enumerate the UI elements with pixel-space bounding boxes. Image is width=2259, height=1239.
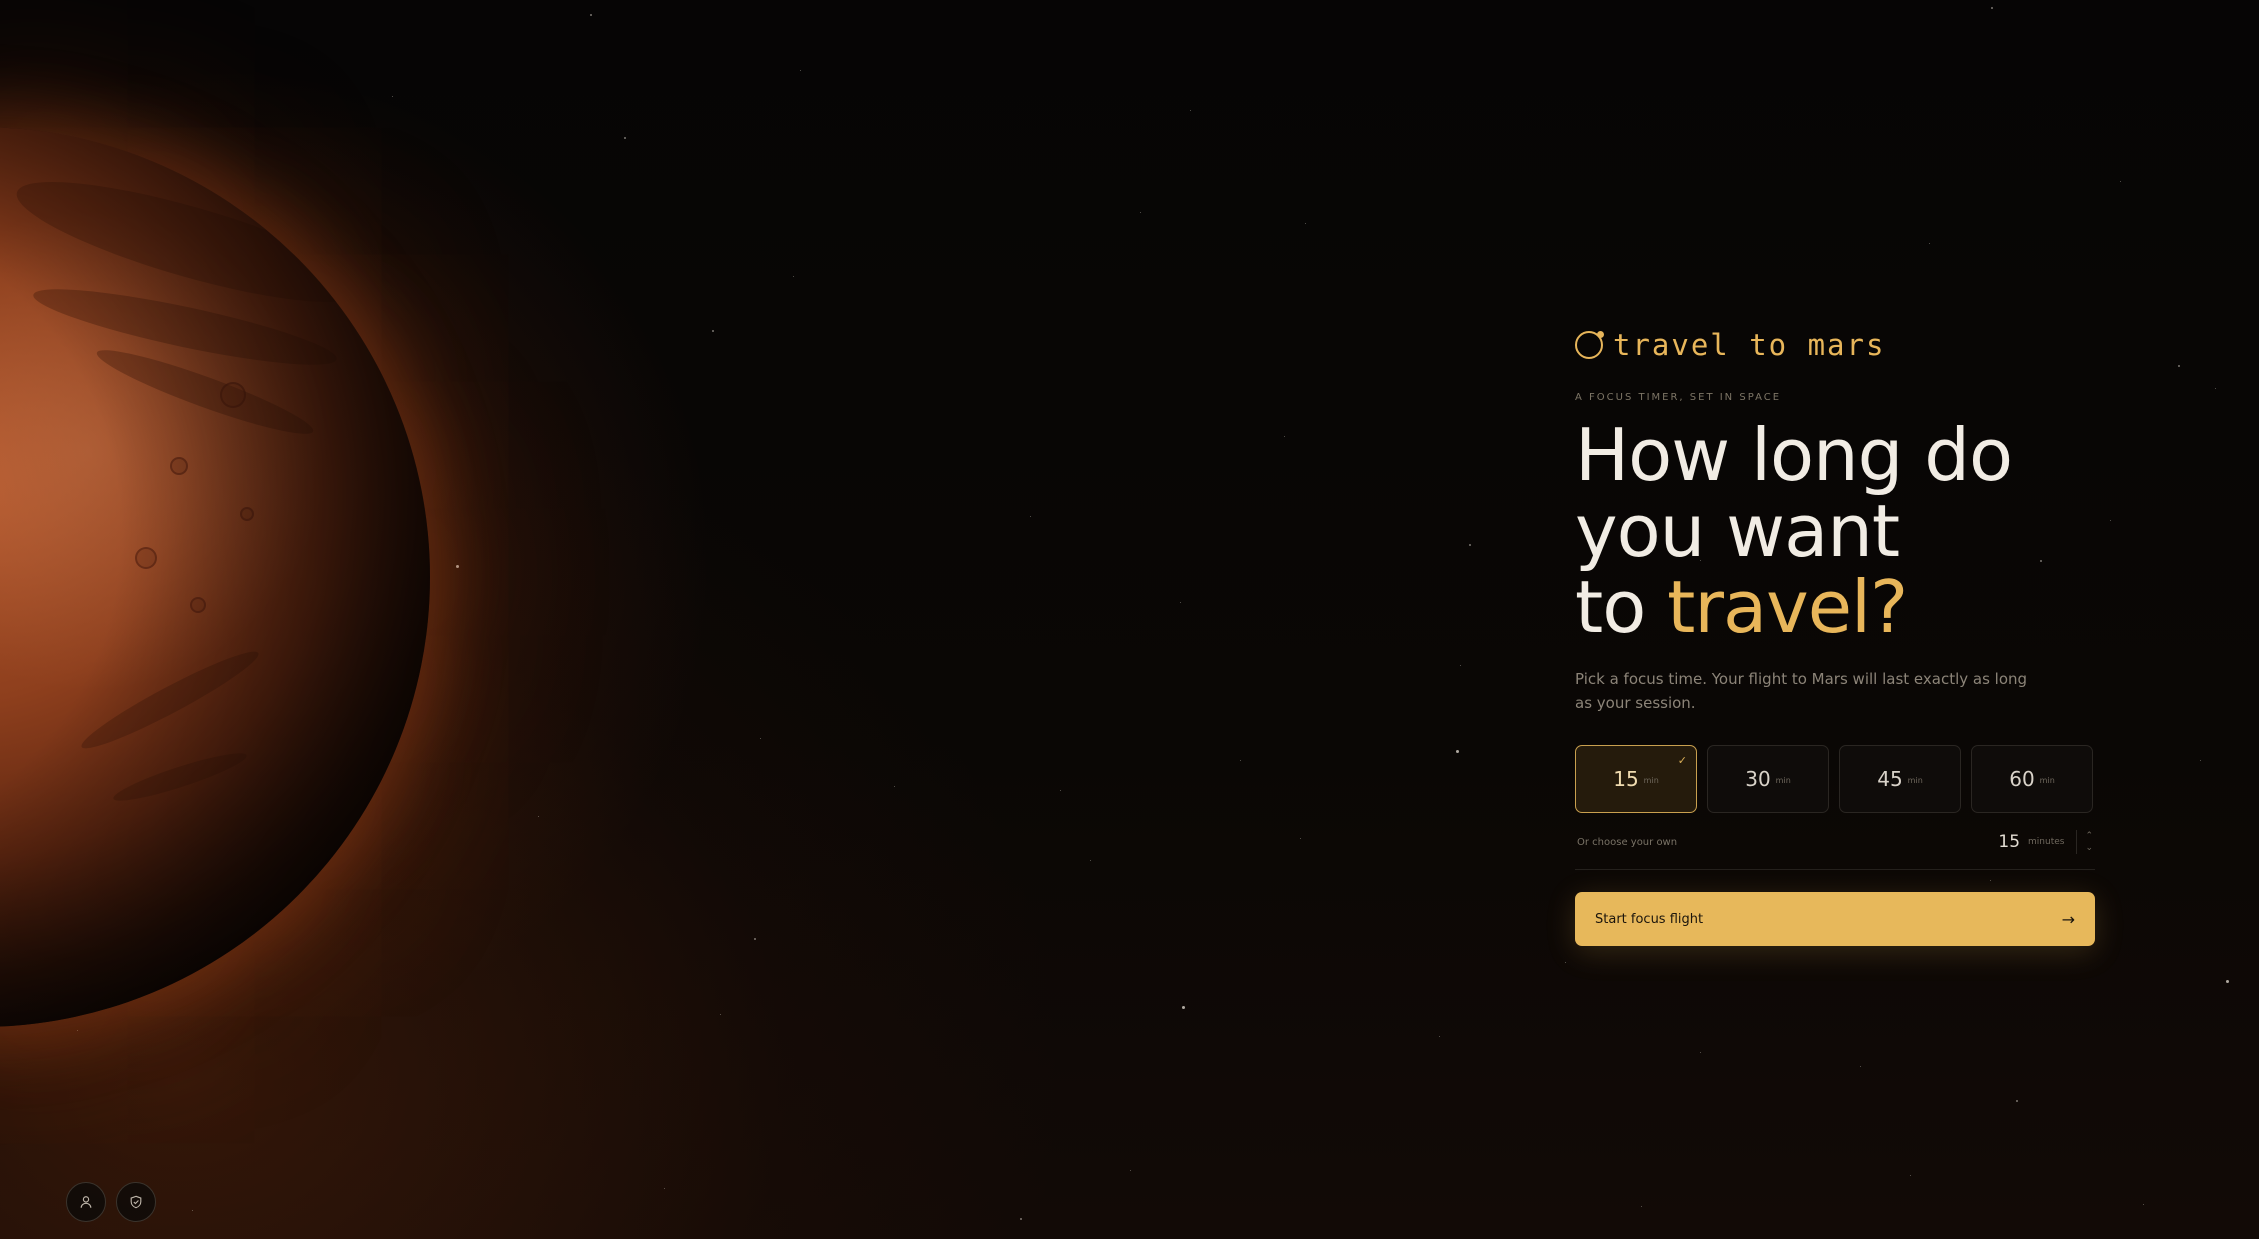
profile-button[interactable] <box>66 1182 106 1222</box>
chevron-down-icon[interactable]: ⌄ <box>2085 842 2093 854</box>
duration-stepper: ⌃ ⌄ <box>2076 830 2093 854</box>
title-line-2: you want <box>1575 489 1900 573</box>
start-button-label: Start focus flight <box>1595 911 1704 927</box>
duration-value: 30 <box>1745 767 1771 791</box>
custom-duration-label: Or choose your own <box>1577 836 1678 848</box>
custom-duration-control: 15 minutes ⌃ ⌄ <box>1998 830 2093 854</box>
duration-unit: min <box>1643 776 1659 785</box>
brand[interactable]: travel to mars <box>1575 325 2095 365</box>
duration-option-30[interactable]: 30 min <box>1707 745 1829 813</box>
check-icon: ✓ <box>1677 754 1687 767</box>
title-line-1: How long do <box>1575 413 2013 497</box>
title-accent: travel? <box>1667 565 1908 649</box>
planet-orbit-icon <box>1575 331 1604 359</box>
custom-duration-input[interactable]: 15 <box>1998 832 2020 852</box>
duration-option-45[interactable]: 45 min <box>1839 745 1961 813</box>
duration-value: 15 <box>1613 767 1639 791</box>
duration-option-15[interactable]: 15 min ✓ <box>1575 745 1697 813</box>
chevron-up-icon[interactable]: ⌃ <box>2085 830 2093 842</box>
duration-unit: min <box>1775 776 1791 785</box>
title-line-3-prefix: to <box>1575 565 1668 649</box>
privacy-button[interactable] <box>116 1182 156 1222</box>
custom-duration-unit: minutes <box>2028 837 2065 847</box>
duration-option-60[interactable]: 60 min <box>1971 745 2093 813</box>
eyebrow-tagline: A FOCUS TIMER, SET IN SPACE <box>1575 392 1782 403</box>
duration-value: 45 <box>1877 767 1903 791</box>
corner-actions <box>66 1182 156 1222</box>
app-stage: travel to mars A FOCUS TIMER, SET IN SPA… <box>0 0 2259 1239</box>
user-icon <box>80 1196 92 1208</box>
custom-duration-row: Or choose your own 15 minutes ⌃ ⌄ <box>1575 827 2095 870</box>
arrow-right-icon: → <box>2061 909 2075 929</box>
duration-value: 60 <box>2009 767 2035 791</box>
page-title: How long do you want to travel? <box>1575 417 2095 645</box>
duration-unit: min <box>2039 776 2055 785</box>
subtitle: Pick a focus time. Your flight to Mars w… <box>1575 670 2028 712</box>
timer-panel: travel to mars A FOCUS TIMER, SET IN SPA… <box>1575 325 2095 946</box>
duration-options: 15 min ✓ 30 min 45 min 60 min <box>1575 745 2095 813</box>
duration-unit: min <box>1907 776 1923 785</box>
shield-check-icon <box>130 1195 142 1209</box>
brand-name: travel to mars <box>1613 328 1886 362</box>
start-focus-flight-button[interactable]: Start focus flight → <box>1575 892 2095 946</box>
